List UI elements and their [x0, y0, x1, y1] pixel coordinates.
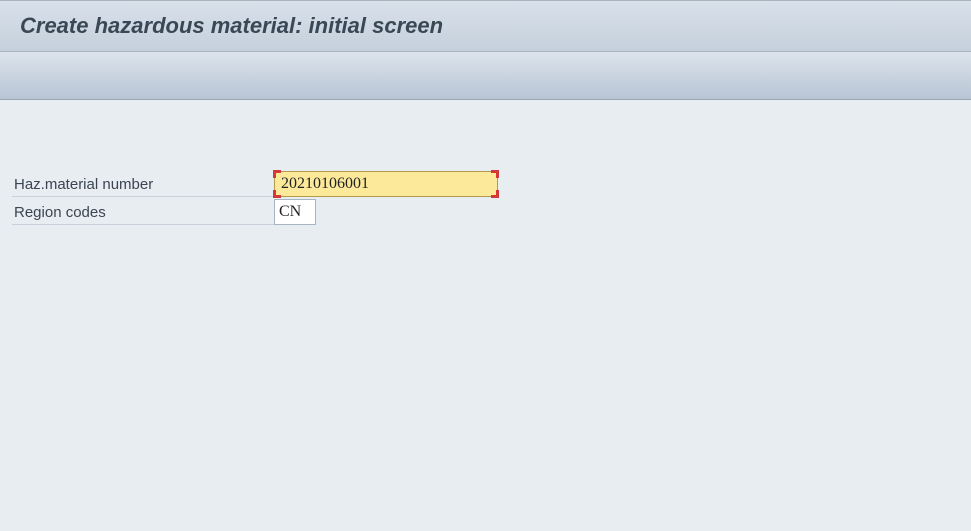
page-title: Create hazardous material: initial scree…: [20, 13, 443, 39]
haz-material-input[interactable]: [274, 171, 498, 197]
region-codes-label: Region codes: [12, 199, 274, 225]
haz-material-input-wrap: [274, 171, 498, 197]
content-area: Haz.material number Region codes: [0, 100, 971, 226]
region-codes-input[interactable]: [274, 199, 316, 225]
haz-material-label: Haz.material number: [12, 171, 274, 197]
form-row-haz-material: Haz.material number: [12, 170, 971, 198]
application-toolbar: [0, 52, 971, 100]
title-bar: Create hazardous material: initial scree…: [0, 0, 971, 52]
form-row-region-codes: Region codes: [12, 198, 971, 226]
